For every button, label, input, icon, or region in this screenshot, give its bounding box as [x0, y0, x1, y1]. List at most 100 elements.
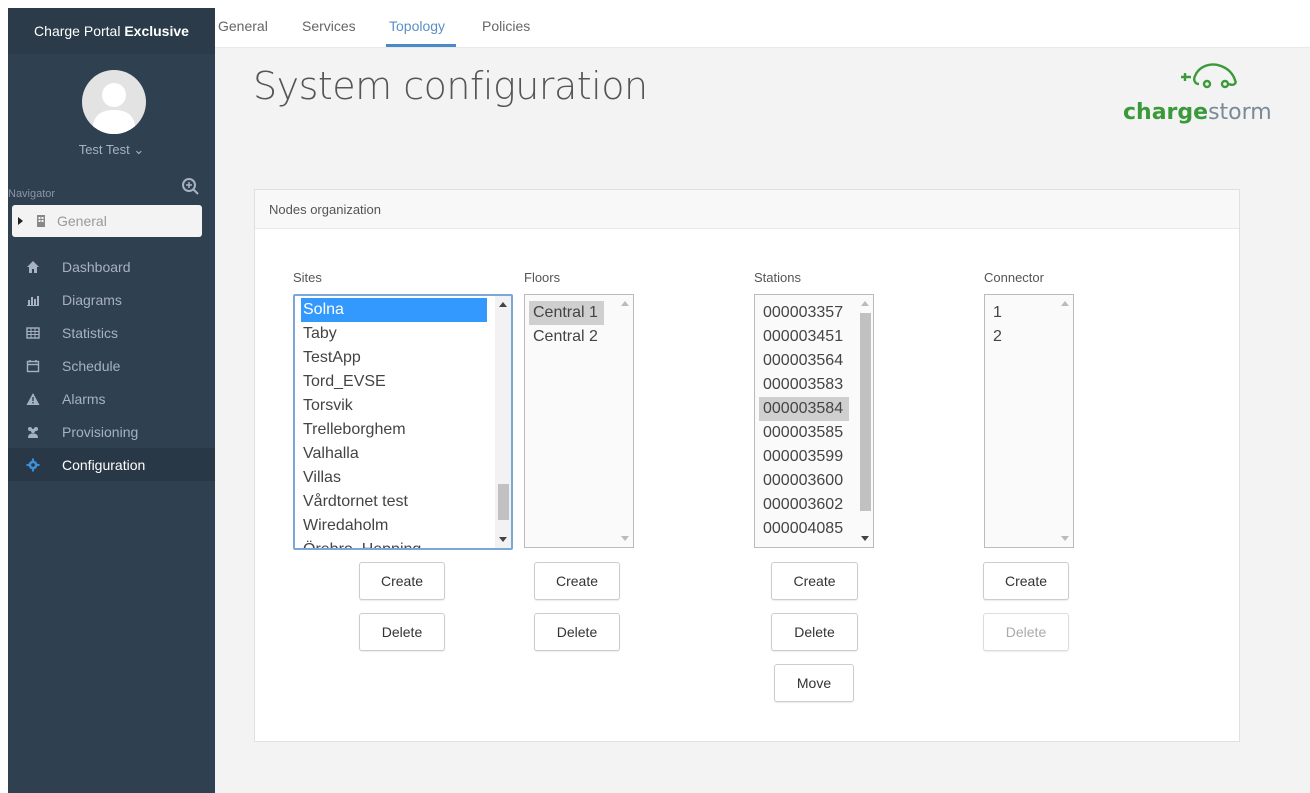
stations-options: 000003357 000003451 000003564 000003583 0000… [755, 295, 873, 541]
scroll-up-icon[interactable] [499, 302, 507, 307]
list-option[interactable]: Taby [295, 322, 511, 346]
floors-scrollbar[interactable] [617, 295, 633, 547]
stations-move-button[interactable]: Move [774, 664, 854, 702]
stations-column: Stations 000003357 000003451 000003564 0000… [754, 270, 874, 548]
bar-chart-icon [27, 295, 39, 306]
sites-delete-button[interactable]: Delete [359, 613, 445, 651]
stations-listbox[interactable]: 000003357 000003451 000003564 000003583 0000… [754, 294, 874, 548]
scroll-down-icon[interactable] [861, 536, 869, 541]
list-option[interactable]: 000003602 [755, 493, 873, 517]
sidebar-item-label: Provisioning [62, 423, 139, 440]
warning-icon [26, 392, 40, 405]
list-option[interactable]: 000003600 [755, 469, 873, 493]
list-option[interactable]: Trelleborghem [295, 418, 511, 442]
list-option[interactable]: 000003564 [755, 349, 873, 373]
sidebar-item-configuration[interactable]: Configuration [8, 448, 215, 481]
sites-label: Sites [293, 270, 322, 285]
user-menu[interactable]: Test Test ⌄ [8, 142, 215, 158]
list-option[interactable]: 000003585 [755, 421, 873, 445]
sidebar-item-provisioning[interactable]: Provisioning [8, 415, 215, 448]
scroll-up-icon[interactable] [861, 301, 869, 306]
top-tabs: General Services Topology Policies [215, 8, 1310, 48]
list-option[interactable]: 000003451 [755, 325, 873, 349]
stations-create-button[interactable]: Create [771, 562, 858, 600]
list-option[interactable]: TestApp [295, 346, 511, 370]
list-option[interactable]: Vårdtornet test [295, 490, 511, 514]
list-option[interactable]: Solna [301, 298, 487, 322]
list-option[interactable]: Valhalla [295, 442, 511, 466]
floors-delete-button[interactable]: Delete [534, 613, 620, 651]
table-icon [26, 326, 40, 339]
stations-delete-button[interactable]: Delete [771, 613, 858, 651]
list-option[interactable]: 000003357 [755, 301, 873, 325]
tab-topology[interactable]: Topology [389, 18, 445, 34]
list-option[interactable]: Wiredaholm [295, 514, 511, 538]
scroll-thumb[interactable] [860, 313, 871, 511]
connector-column: Connector 12 [984, 270, 1074, 548]
sidebar-item-statistics[interactable]: Statistics [8, 316, 215, 349]
connector-listbox[interactable]: 12 [984, 294, 1074, 548]
list-option[interactable]: Örebro_Hepping [295, 538, 511, 548]
scroll-down-icon[interactable] [499, 537, 507, 542]
sidebar-item-label: Alarms [62, 390, 106, 407]
main-content: System configuration chargestorm Nodes o… [215, 48, 1310, 793]
logo-text: chargestorm [1123, 100, 1272, 125]
sidebar-item-label: Dashboard [62, 258, 131, 275]
app-root: Charge Portal Exclusive Test Test ⌄ Navi… [0, 0, 1310, 793]
sites-listbox[interactable]: Solna Taby TestApp Tord_EVSE Torsvik Trellebo… [293, 294, 513, 550]
floors-create-button[interactable]: Create [534, 562, 620, 600]
home-icon [27, 260, 39, 273]
connector-create-button[interactable]: Create [983, 562, 1069, 600]
list-option[interactable]: 000003599 [755, 445, 873, 469]
chargestorm-logo: chargestorm [1123, 56, 1283, 126]
plug-car-icon [1181, 63, 1237, 89]
list-option[interactable]: 000003584 [759, 397, 850, 421]
navigator-general-label: General [57, 213, 107, 229]
brand: Charge Portal Exclusive [8, 8, 215, 54]
list-option[interactable]: 000004085 [755, 517, 873, 541]
scroll-thumb[interactable] [498, 484, 509, 520]
sidebar-menu: Dashboard Diagrams Statistics Schedule A… [8, 250, 215, 481]
tab-active-indicator [386, 44, 456, 47]
connector-scrollbar[interactable] [1057, 295, 1073, 547]
gear-icon [26, 458, 40, 471]
stations-scrollbar[interactable] [857, 295, 873, 547]
users-icon [28, 426, 38, 438]
connector-delete-button: Delete [983, 613, 1069, 651]
connector-label: Connector [984, 270, 1044, 285]
navigator-label: Navigator [8, 188, 56, 200]
tab-general[interactable]: General [218, 18, 268, 34]
sidebar-item-alarms[interactable]: Alarms [8, 382, 215, 415]
list-option[interactable]: Central 1 [529, 301, 604, 325]
sidebar-item-diagrams[interactable]: Diagrams [8, 283, 215, 316]
scroll-down-icon[interactable] [1061, 536, 1069, 541]
sites-options: Solna Taby TestApp Tord_EVSE Torsvik Trellebo… [295, 296, 511, 548]
avatar[interactable] [82, 70, 146, 134]
zoom-in-icon[interactable] [180, 176, 200, 196]
user-silhouette-icon [92, 83, 136, 134]
list-option[interactable]: Tord_EVSE [295, 370, 511, 394]
sidebar-item-schedule[interactable]: Schedule [8, 349, 215, 382]
navigator-general-select[interactable]: General [12, 205, 202, 237]
scroll-up-icon[interactable] [1061, 301, 1069, 306]
building-icon [37, 215, 45, 227]
page-title: System configuration [253, 64, 648, 108]
list-option[interactable]: Villas [295, 466, 511, 490]
scroll-up-icon[interactable] [621, 301, 629, 306]
sites-column: Sites Solna Taby TestApp Tord_EVSE Torsvik Tr… [293, 270, 513, 550]
sidebar: Charge Portal Exclusive Test Test ⌄ Navi… [8, 8, 215, 793]
scroll-down-icon[interactable] [621, 536, 629, 541]
nodes-organization-panel: Nodes organization Sites Solna Taby TestAp… [254, 189, 1240, 742]
sidebar-item-label: Configuration [62, 456, 146, 473]
sites-create-button[interactable]: Create [359, 562, 445, 600]
tab-services[interactable]: Services [302, 18, 356, 34]
floors-label: Floors [524, 270, 561, 285]
floors-listbox[interactable]: Central 1 Central 2 [524, 294, 634, 548]
sites-scrollbar[interactable] [495, 296, 511, 548]
sidebar-item-dashboard[interactable]: Dashboard [8, 250, 215, 283]
floors-column: Floors Central 1 Central 2 [524, 270, 634, 548]
list-option[interactable]: 000003583 [755, 373, 873, 397]
tab-policies[interactable]: Policies [482, 18, 530, 34]
list-option[interactable]: Torsvik [295, 394, 511, 418]
caret-right-icon [18, 217, 23, 225]
